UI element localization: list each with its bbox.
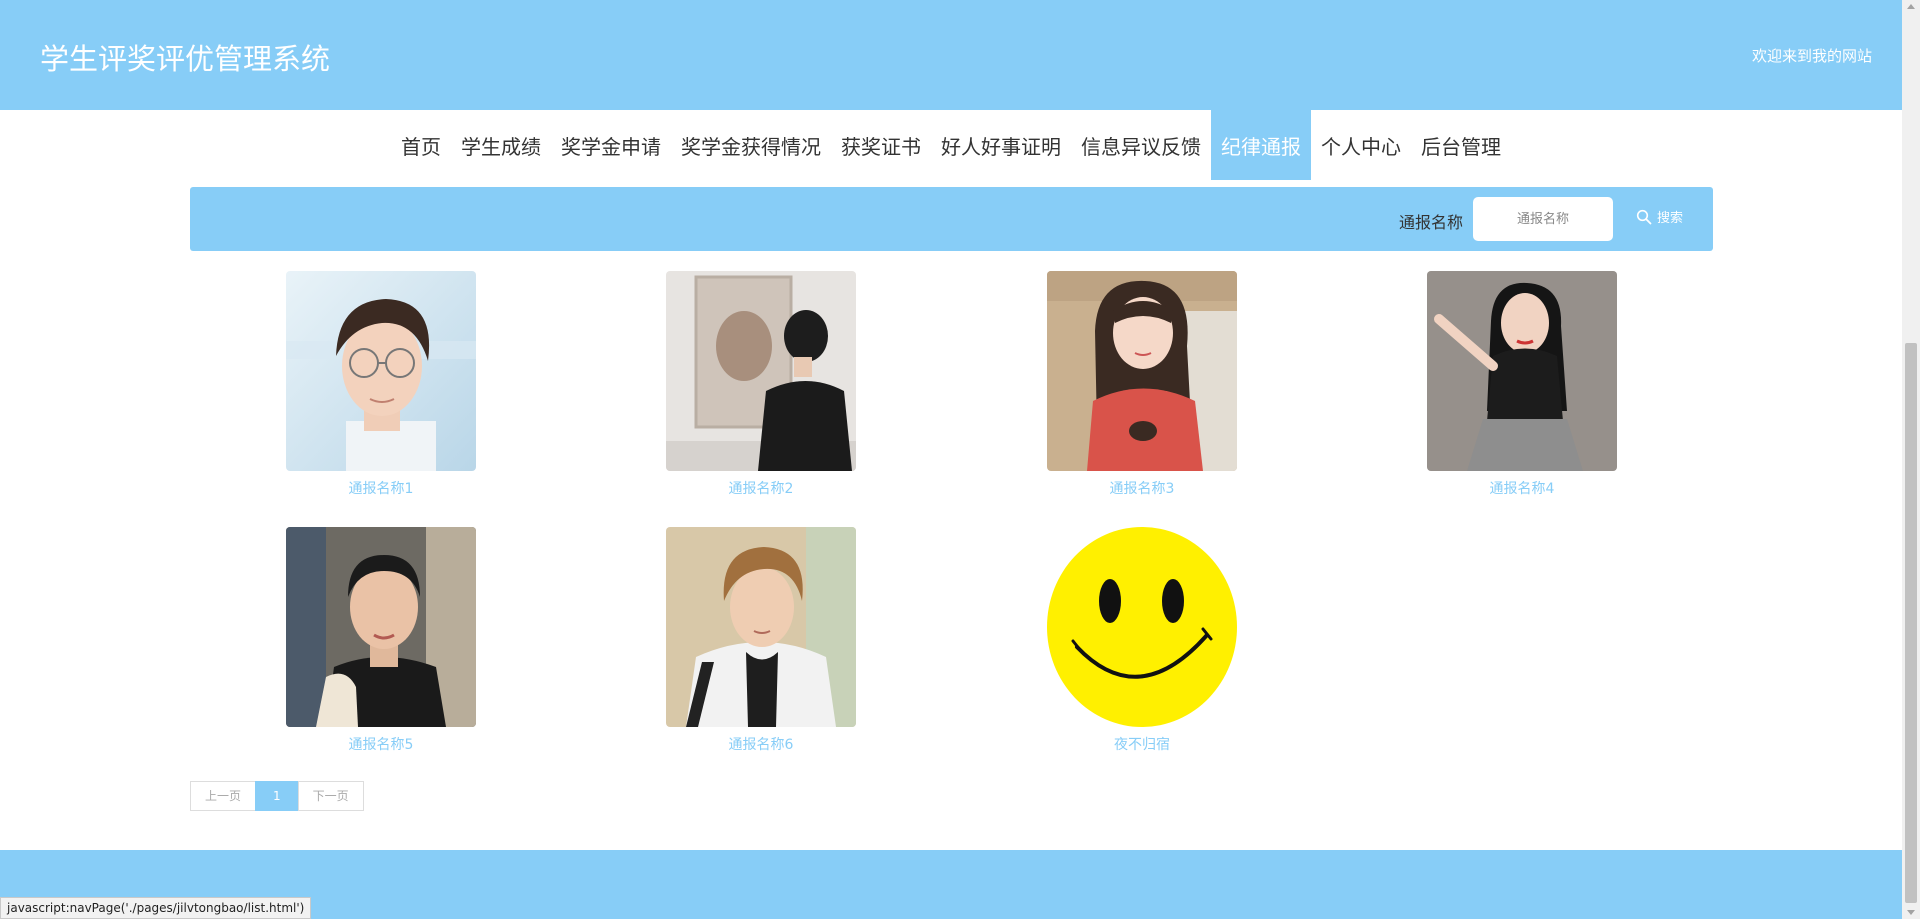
notice-thumbnail[interactable]	[666, 527, 856, 727]
notice-title[interactable]: 夜不归宿	[1047, 734, 1237, 754]
nav-item-scholarship-awards[interactable]: 奖学金获得情况	[671, 110, 831, 180]
portrait-photo	[286, 271, 476, 471]
browser-status-bar: javascript:navPage('./pages/jilvtongbao/…	[0, 897, 312, 919]
notice-card[interactable]: 通报名称1	[286, 271, 476, 498]
notice-title[interactable]: 通报名称6	[666, 734, 856, 754]
notice-card[interactable]: 通报名称4	[1427, 271, 1617, 498]
notice-title[interactable]: 通报名称5	[286, 734, 476, 754]
notice-card[interactable]: 通报名称2	[666, 271, 856, 498]
nav-item-award-certificates[interactable]: 获奖证书	[831, 110, 931, 180]
site-header: 学生评奖评优管理系统 欢迎来到我的网站	[0, 0, 1902, 110]
nav-item-home[interactable]: 首页	[391, 110, 451, 180]
scroll-down-arrow-icon[interactable]	[1907, 910, 1915, 915]
prev-page-button[interactable]: 上一页	[190, 781, 257, 811]
notice-thumbnail[interactable]	[666, 271, 856, 471]
nav-item-feedback[interactable]: 信息异议反馈	[1071, 110, 1211, 180]
notice-card[interactable]: 通报名称5	[286, 527, 476, 754]
next-page-button[interactable]: 下一页	[297, 781, 364, 811]
nav-item-scholarship-application[interactable]: 奖学金申请	[551, 110, 671, 180]
notice-title[interactable]: 通报名称1	[286, 478, 476, 498]
search-icon	[1636, 209, 1652, 224]
notice-card[interactable]: 夜不归宿	[1047, 527, 1237, 754]
notice-thumbnail[interactable]	[286, 527, 476, 727]
site-title: 学生评奖评优管理系统	[40, 42, 331, 76]
notice-title[interactable]: 通报名称2	[666, 478, 856, 498]
notice-thumbnail[interactable]	[1047, 527, 1237, 727]
smiley-face-icon	[1047, 527, 1237, 727]
search-input[interactable]	[1473, 197, 1613, 241]
notice-thumbnail[interactable]	[286, 271, 476, 471]
nav-item-discipline-notices[interactable]: 纪律通报	[1211, 110, 1311, 180]
nav-item-student-scores[interactable]: 学生成绩	[451, 110, 551, 180]
notice-card[interactable]: 通报名称6	[666, 527, 856, 754]
pagination: 上一页 1 下一页	[190, 781, 364, 811]
search-button[interactable]: 搜索	[1636, 207, 1683, 226]
notice-thumbnail[interactable]	[1427, 271, 1617, 471]
search-bar: 通报名称 搜索	[190, 187, 1713, 251]
nav-item-good-deeds[interactable]: 好人好事证明	[931, 110, 1071, 180]
nav-item-personal-center[interactable]: 个人中心	[1311, 110, 1411, 180]
portrait-photo	[666, 527, 856, 727]
search-label: 通报名称	[1398, 213, 1463, 232]
scroll-up-arrow-icon[interactable]	[1907, 4, 1915, 9]
portrait-photo	[286, 527, 476, 727]
current-page-button[interactable]: 1	[255, 781, 299, 811]
portrait-photo	[1427, 271, 1617, 471]
portrait-photo	[1047, 271, 1237, 471]
notice-thumbnail[interactable]	[1047, 271, 1237, 471]
scrollbar-thumb[interactable]	[1905, 343, 1917, 903]
notice-card[interactable]: 通报名称3	[1047, 271, 1237, 498]
search-button-label: 搜索	[1656, 211, 1683, 226]
main-nav: 首页 学生成绩 奖学金申请 奖学金获得情况 获奖证书 好人好事证明 信息异议反馈…	[0, 110, 1902, 180]
notice-title[interactable]: 通报名称3	[1047, 478, 1237, 498]
welcome-text: 欢迎来到我的网站	[1751, 47, 1872, 65]
notice-title[interactable]: 通报名称4	[1427, 478, 1617, 498]
nav-item-admin[interactable]: 后台管理	[1411, 110, 1511, 180]
portrait-photo	[666, 271, 856, 471]
page-scrollbar[interactable]	[1902, 0, 1920, 919]
